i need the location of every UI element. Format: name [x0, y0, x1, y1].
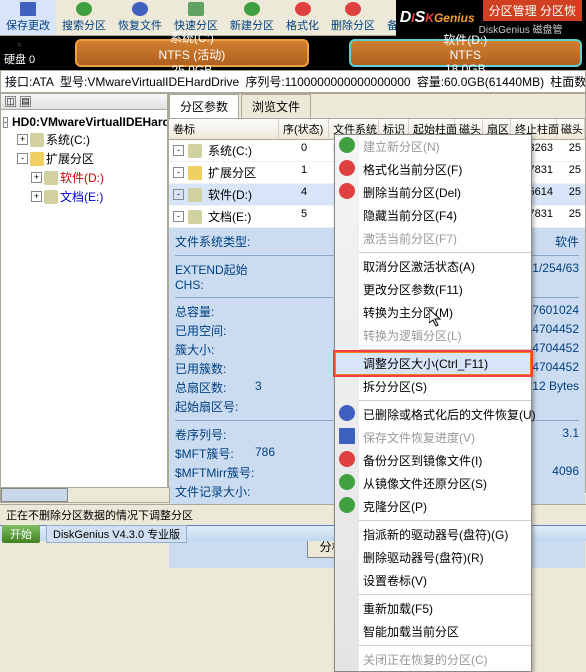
menu-item: 转换为逻辑分区(L): [335, 324, 531, 347]
circle-green-icon: [339, 137, 355, 153]
toolbar-new[interactable]: 新建分区: [224, 0, 280, 35]
menu-item: 保存文件恢复进度(V): [335, 426, 531, 449]
menu-item: 建立新分区(N): [335, 135, 531, 158]
menu-item[interactable]: 设置卷标(V): [335, 569, 531, 592]
delete-icon: [345, 2, 361, 16]
circle-blue-icon: [339, 405, 355, 421]
disk-c-block[interactable]: 系统(C:) NTFS (活动) 25.0GB: [75, 39, 308, 67]
taskbar-app[interactable]: DiskGenius V4.3.0 专业版: [46, 525, 187, 543]
toolbar-recover[interactable]: 恢复文件: [112, 0, 168, 35]
menu-item[interactable]: 更改分区参数(F11): [335, 278, 531, 301]
expand-icon[interactable]: -: [17, 153, 28, 164]
circle-red-icon: [339, 451, 355, 467]
menu-item[interactable]: 重新加载(F5): [335, 597, 531, 620]
tree-item-ext[interactable]: - 扩展分区: [3, 149, 165, 168]
drive-icon: [44, 190, 58, 204]
tree-panel: ◫ ▤ - HD0:VMwareVirtualIDEHardD + 系统(C:)…: [0, 93, 168, 493]
context-menu: 建立新分区(N)格式化当前分区(F)删除当前分区(Del)隐藏当前分区(F4)激…: [334, 134, 532, 672]
tree-scrollbar[interactable]: [0, 487, 170, 503]
disk-bar: × 硬盘 0 系统(C:) NTFS (活动) 25.0GB 软件(D:) NT…: [0, 36, 586, 70]
menu-item[interactable]: 备份分区到镜像文件(I): [335, 449, 531, 472]
tree-item-c[interactable]: + 系统(C:): [3, 130, 165, 149]
tree-item-d[interactable]: + 软件(D:): [3, 168, 165, 187]
expand-icon[interactable]: +: [31, 172, 42, 183]
menu-item[interactable]: 格式化当前分区(F): [335, 158, 531, 181]
logo-text: DISKGenius: [400, 9, 475, 27]
tree-btn[interactable]: ◫: [5, 96, 16, 107]
logo: DISKGenius 分区管理 分区恢 DiskGenius 磁盘管: [396, 0, 586, 36]
save-icon: [339, 428, 355, 444]
menu-item[interactable]: 删除当前分区(Del): [335, 181, 531, 204]
toolbar-save[interactable]: 保存更改: [0, 0, 56, 35]
menu-item: 关闭正在恢复的分区(C): [335, 648, 531, 671]
disk-info: 接口:ATA 型号:VMwareVirtualIDEHardDrive 序列号:…: [0, 70, 586, 93]
logo-sub1: 分区管理 分区恢: [483, 0, 582, 21]
tab-params[interactable]: 分区参数: [169, 94, 239, 118]
drive-icon: [30, 133, 44, 147]
toolbar-delete[interactable]: 删除分区: [325, 0, 381, 35]
tab-browse[interactable]: 浏览文件: [241, 94, 311, 118]
drive-icon: [44, 171, 58, 185]
circle-red-icon: [339, 183, 355, 199]
expand-icon[interactable]: -: [3, 117, 8, 128]
tree-header: ◫ ▤: [1, 94, 167, 110]
circle-green-icon: [339, 474, 355, 490]
menu-item[interactable]: 指派新的驱动器号(盘符)(G): [335, 523, 531, 546]
menu-item[interactable]: 调整分区大小(Ctrl_F11): [335, 352, 531, 375]
menu-item[interactable]: 智能加载当前分区: [335, 620, 531, 643]
menu-item[interactable]: 删除驱动器号(盘符)(R): [335, 546, 531, 569]
circle-green-icon: [339, 497, 355, 513]
tree-btn[interactable]: ▤: [20, 96, 31, 107]
toolbar-search[interactable]: 搜索分区: [56, 0, 112, 35]
disk-d-block[interactable]: 软件(D:) NTFS 18.0GB: [349, 39, 582, 67]
menu-item[interactable]: 克隆分区(P): [335, 495, 531, 518]
tree-item-e[interactable]: + 文档(E:): [3, 187, 165, 206]
expand-icon[interactable]: +: [17, 134, 28, 145]
expand-icon[interactable]: +: [31, 191, 42, 202]
recover-icon: [132, 2, 148, 16]
tree-root[interactable]: - HD0:VMwareVirtualIDEHardD: [3, 114, 165, 130]
format-icon: [295, 2, 311, 16]
menu-item[interactable]: 已删除或格式化后的文件恢复(U): [335, 403, 531, 426]
circle-red-icon: [339, 160, 355, 176]
menu-item[interactable]: 取消分区激活状态(A): [335, 255, 531, 278]
save-icon: [20, 2, 36, 16]
menu-item: 激活当前分区(F7): [335, 227, 531, 250]
disk-label: 硬盘 0: [4, 51, 35, 67]
logo-sub2: DiskGenius 磁盘管: [479, 21, 582, 36]
search-icon: [76, 2, 92, 16]
start-button[interactable]: 开始: [2, 525, 40, 543]
menu-item[interactable]: 隐藏当前分区(F4): [335, 204, 531, 227]
menu-item[interactable]: 拆分分区(S): [335, 375, 531, 398]
toolbar-format[interactable]: 格式化: [280, 0, 325, 35]
menu-item[interactable]: 从镜像文件还原分区(S): [335, 472, 531, 495]
folder-icon: [30, 152, 44, 166]
menu-item[interactable]: 转换为主分区(M): [335, 301, 531, 324]
quick-icon: [188, 2, 204, 16]
tabs: 分区参数 浏览文件: [169, 94, 585, 119]
new-icon: [244, 2, 260, 16]
